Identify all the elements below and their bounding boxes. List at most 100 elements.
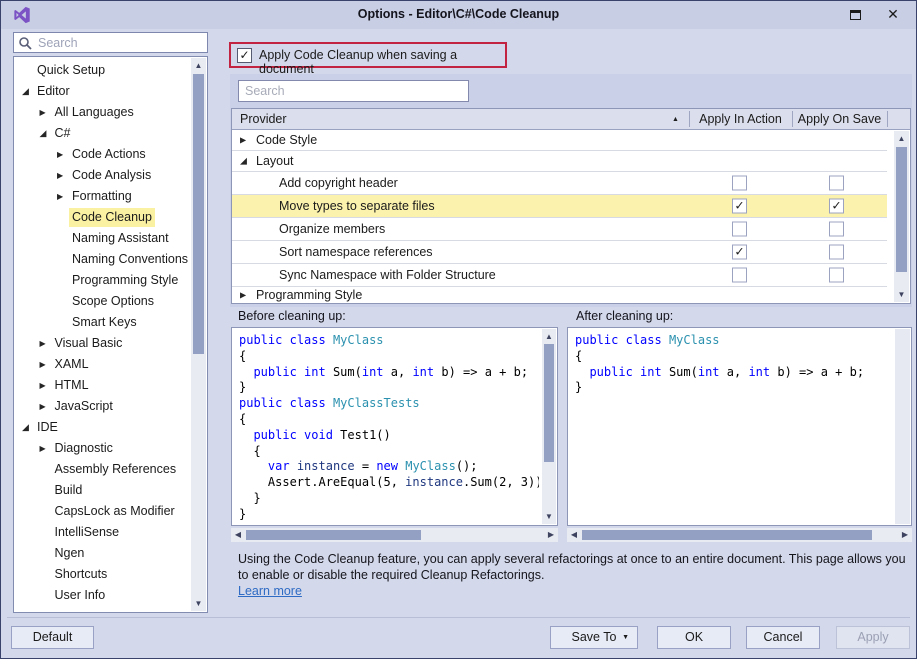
sidebar-item-ngen[interactable]: Ngen bbox=[14, 543, 191, 564]
maximize-icon bbox=[850, 10, 861, 20]
expand-icon[interactable]: ▶ bbox=[240, 291, 246, 300]
collapse-icon[interactable]: ◢ bbox=[240, 156, 247, 167]
sidebar-item-label: Smart Keys bbox=[69, 313, 140, 332]
provider-item-organize-members[interactable]: Organize members bbox=[232, 218, 887, 241]
expand-icon[interactable]: ▶ bbox=[57, 144, 63, 165]
provider-item-add-copyright-header[interactable]: Add copyright header bbox=[232, 172, 887, 195]
sidebar-item-xaml[interactable]: ▶XAML bbox=[14, 354, 191, 375]
collapse-icon[interactable]: ◢ bbox=[22, 417, 29, 438]
learn-more-link[interactable]: Learn more bbox=[238, 584, 302, 598]
apply-on-save-checkbox[interactable] bbox=[829, 176, 844, 191]
grid-scrollbar[interactable]: ▲ ▼ bbox=[894, 131, 909, 302]
apply-in-action-checkbox[interactable] bbox=[732, 222, 747, 237]
column-divider[interactable] bbox=[887, 111, 888, 127]
sidebar-item-programming-style[interactable]: Programming Style bbox=[14, 270, 191, 291]
expand-icon[interactable]: ▶ bbox=[40, 375, 46, 396]
scroll-right-icon[interactable]: ▶ bbox=[544, 528, 558, 542]
scroll-down-icon[interactable]: ▼ bbox=[894, 287, 909, 302]
sidebar-item-quick-setup[interactable]: Quick Setup bbox=[14, 60, 191, 81]
expand-icon[interactable]: ▶ bbox=[40, 438, 46, 459]
expand-icon[interactable]: ▶ bbox=[40, 396, 46, 417]
scroll-up-icon[interactable]: ▲ bbox=[191, 58, 206, 73]
sidebar-item-html[interactable]: ▶HTML bbox=[14, 375, 191, 396]
column-apply-in-action[interactable]: Apply In Action bbox=[689, 112, 792, 126]
apply-button[interactable]: Apply bbox=[836, 626, 910, 649]
scroll-left-icon[interactable]: ◀ bbox=[231, 528, 245, 542]
before-vertical-scrollbar[interactable]: ▲ ▼ bbox=[542, 329, 556, 524]
default-button[interactable]: Default bbox=[11, 626, 94, 649]
sidebar-item-scope-options[interactable]: Scope Options bbox=[14, 291, 191, 312]
provider-item-sort-namespace-references[interactable]: Sort namespace references✓ bbox=[232, 241, 887, 264]
sidebar-item-build[interactable]: Build bbox=[14, 480, 191, 501]
maximize-button[interactable] bbox=[840, 1, 870, 28]
scroll-down-icon[interactable]: ▼ bbox=[191, 596, 206, 611]
expand-icon[interactable]: ▶ bbox=[240, 136, 246, 145]
apply-on-save-checkbox[interactable] bbox=[829, 268, 844, 283]
apply-on-save-checkbox[interactable] bbox=[829, 245, 844, 260]
apply-in-action-checkbox[interactable]: ✓ bbox=[732, 245, 747, 260]
sidebar-item-intellisense[interactable]: IntelliSense bbox=[14, 522, 191, 543]
apply-in-action-checkbox[interactable]: ✓ bbox=[732, 199, 747, 214]
expand-icon[interactable]: ▶ bbox=[57, 165, 63, 186]
sidebar-item-naming-assistant[interactable]: Naming Assistant bbox=[14, 228, 191, 249]
sidebar-item-c[interactable]: ◢C# bbox=[14, 123, 191, 144]
after-vertical-scrollbar[interactable] bbox=[895, 329, 910, 524]
sidebar-search-input[interactable] bbox=[38, 34, 205, 51]
expand-icon[interactable]: ▶ bbox=[40, 354, 46, 375]
scrollbar-thumb[interactable] bbox=[193, 74, 204, 354]
sidebar-item-formatting[interactable]: ▶ Formatting bbox=[14, 186, 191, 207]
provider-item-move-types-to-separate-files[interactable]: Move types to separate files✓✓ bbox=[232, 195, 887, 218]
sidebar-item-visual-basic[interactable]: ▶ Visual Basic bbox=[14, 333, 191, 354]
scroll-right-icon[interactable]: ▶ bbox=[898, 528, 912, 542]
sidebar-item-shortcuts[interactable]: Shortcuts bbox=[14, 564, 191, 585]
provider-group-layout[interactable]: ◢Layout bbox=[232, 151, 887, 172]
column-provider[interactable]: Provider bbox=[240, 112, 287, 126]
sidebar-item-label: Formatting bbox=[69, 187, 135, 206]
sidebar-item-diagnostic[interactable]: ▶Diagnostic bbox=[14, 438, 191, 459]
sidebar-item-code-analysis[interactable]: ▶Code Analysis bbox=[14, 165, 191, 186]
cancel-button[interactable]: Cancel bbox=[746, 626, 820, 649]
expand-icon[interactable]: ▶ bbox=[57, 186, 63, 207]
apply-in-action-checkbox[interactable] bbox=[732, 268, 747, 283]
sidebar-item-capslock-as-modifier[interactable]: CapsLock as Modifier bbox=[14, 501, 191, 522]
apply-code-cleanup-checkbox[interactable]: ✓ bbox=[237, 48, 252, 63]
sidebar-item-all-languages[interactable]: ▶All Languages bbox=[14, 102, 191, 123]
scroll-down-icon[interactable]: ▼ bbox=[542, 509, 556, 524]
sidebar-item-naming-conventions[interactable]: Naming Conventions bbox=[14, 249, 191, 270]
scrollbar-thumb[interactable] bbox=[896, 147, 907, 272]
provider-group-programming-style[interactable]: ▶Programming Style bbox=[232, 287, 887, 303]
sidebar-item-javascript[interactable]: ▶JavaScript bbox=[14, 396, 191, 417]
sidebar-item-label: Visual Basic bbox=[52, 334, 126, 353]
provider-search-input[interactable] bbox=[245, 83, 466, 99]
scroll-up-icon[interactable]: ▲ bbox=[542, 329, 556, 344]
sidebar-item-assembly-references[interactable]: Assembly References bbox=[14, 459, 191, 480]
sidebar-item-ide[interactable]: ◢ IDE bbox=[14, 417, 191, 438]
scrollbar-thumb[interactable] bbox=[544, 344, 554, 462]
sidebar-item-editor[interactable]: ◢Editor bbox=[14, 81, 191, 102]
scroll-up-icon[interactable]: ▲ bbox=[894, 131, 909, 146]
provider-group-code-style[interactable]: ▶Code Style bbox=[232, 130, 887, 151]
scrollbar-thumb[interactable] bbox=[246, 530, 421, 540]
ok-button[interactable]: OK bbox=[657, 626, 731, 649]
collapse-icon[interactable]: ◢ bbox=[22, 81, 29, 102]
sidebar-item-code-actions[interactable]: ▶Code Actions bbox=[14, 144, 191, 165]
before-horizontal-scrollbar[interactable]: ◀ ▶ bbox=[231, 528, 558, 542]
sidebar-item-user-info[interactable]: User Info bbox=[14, 585, 191, 606]
expand-icon[interactable]: ▶ bbox=[40, 102, 46, 123]
apply-on-save-checkbox[interactable]: ✓ bbox=[829, 199, 844, 214]
apply-on-save-checkbox[interactable] bbox=[829, 222, 844, 237]
provider-item-sync-namespace-with-folder-structure[interactable]: Sync Namespace with Folder Structure bbox=[232, 264, 887, 287]
sidebar-item-code-cleanup[interactable]: Code Cleanup bbox=[14, 207, 191, 228]
collapse-icon[interactable]: ◢ bbox=[40, 123, 47, 144]
sidebar-item-smart-keys[interactable]: Smart Keys bbox=[14, 312, 191, 333]
tree-scrollbar[interactable]: ▲ ▼ bbox=[191, 58, 206, 611]
sidebar-item-label: IDE bbox=[34, 418, 61, 437]
after-horizontal-scrollbar[interactable]: ◀ ▶ bbox=[567, 528, 912, 542]
column-apply-on-save[interactable]: Apply On Save bbox=[792, 112, 887, 126]
scrollbar-thumb[interactable] bbox=[582, 530, 872, 540]
scroll-left-icon[interactable]: ◀ bbox=[567, 528, 581, 542]
close-button[interactable]: ✕ bbox=[878, 1, 908, 28]
apply-in-action-checkbox[interactable] bbox=[732, 176, 747, 191]
expand-icon[interactable]: ▶ bbox=[40, 333, 46, 354]
save-to-button[interactable]: Save To ▼ bbox=[550, 626, 638, 649]
